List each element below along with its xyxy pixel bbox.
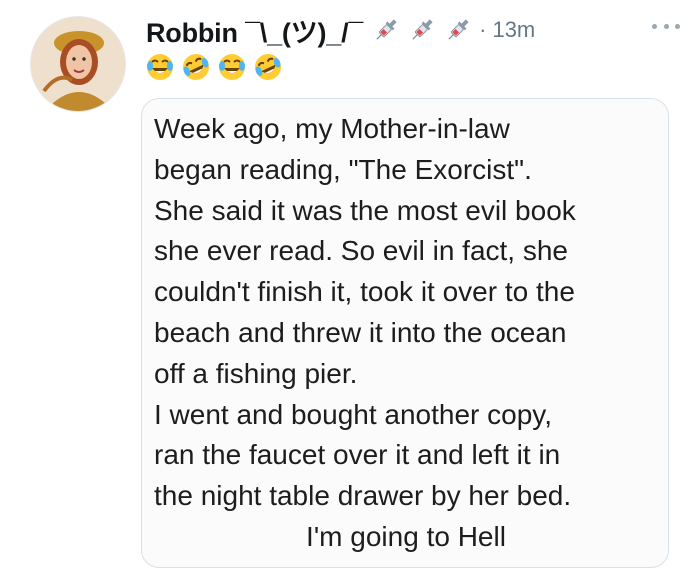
tweet-image[interactable]: Week ago, my Mother-in-law began reading… <box>141 98 669 568</box>
rolling-laughing-icon <box>183 54 209 80</box>
author-display-name[interactable]: Robbin ¯\_(ツ)_/¯ <box>146 11 363 50</box>
avatar[interactable] <box>30 16 126 112</box>
image-text-line: I went and bought another copy, <box>154 398 552 430</box>
image-text-line: she ever read. So evil in fact, she <box>154 235 568 267</box>
rolling-laughing-icon <box>255 54 281 80</box>
image-text-line: Week ago, my Mother-in-law <box>154 113 510 144</box>
timestamp-separator: · <box>479 17 487 42</box>
image-text-line: began reading, "The Exorcist". <box>154 153 532 185</box>
syringe-icon <box>376 19 397 40</box>
tweet-card[interactable]: Robbin ¯\_(ツ)_/¯ · 13m Week ago, my Moth… <box>0 0 700 582</box>
timestamp[interactable]: 13m <box>492 17 535 43</box>
syringe-icon <box>448 19 469 40</box>
image-text-line: the night table drawer by her bed. <box>154 480 572 512</box>
emoji-row <box>144 50 284 84</box>
laughing-tears-icon <box>219 54 245 80</box>
image-text: Week ago, my Mother-in-law began reading… <box>154 109 658 558</box>
image-text-line: She said it was the most evil book <box>154 194 576 226</box>
avatar-photo <box>31 17 125 111</box>
more-dots-icon[interactable] <box>652 20 680 32</box>
image-text-line: off a fishing pier. <box>154 357 358 389</box>
image-text-line: ran the faucet over it and left it in <box>154 439 561 471</box>
image-text-line: I'm going to Hell <box>306 520 506 552</box>
laughing-tears-icon <box>147 54 173 80</box>
tweet-header: Robbin ¯\_(ツ)_/¯ · 13m <box>146 10 680 50</box>
syringe-icon <box>412 19 433 40</box>
image-text-line: beach and threw it into the ocean <box>154 316 567 348</box>
name-flair <box>371 15 473 45</box>
image-text-line: couldn't finish it, took it over to the <box>154 276 575 308</box>
